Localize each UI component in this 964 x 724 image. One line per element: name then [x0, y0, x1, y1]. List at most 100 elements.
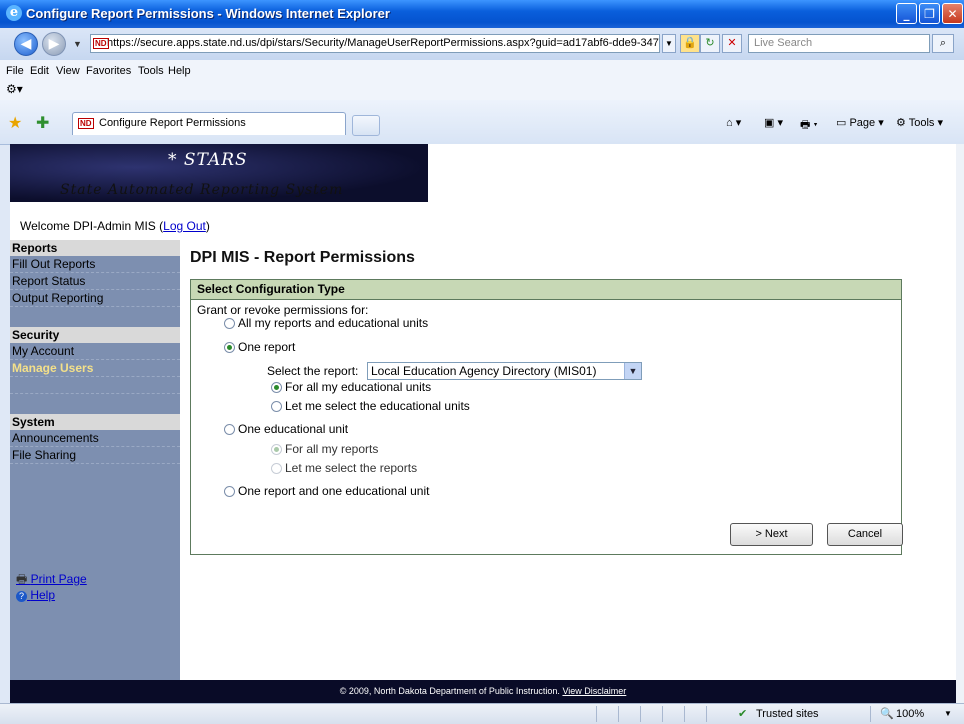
- welcome-text: Welcome DPI-Admin MIS (Log Out): [20, 219, 210, 233]
- stars-logo-text: STARS: [183, 150, 248, 170]
- sidebar-item-file-sharing[interactable]: File Sharing: [10, 447, 180, 464]
- report-select-value: Local Education Agency Directory (MIS01): [371, 364, 597, 378]
- tab-bar: ★ ✚ ND Configure Report Permissions ⌂ ▾ …: [0, 100, 964, 145]
- label-for-all-units: For all my educational units: [285, 380, 432, 394]
- sidebar-heading-system: System: [10, 414, 180, 430]
- address-input[interactable]: ND https://secure.apps.state.nd.us/dpi/s…: [90, 34, 660, 53]
- sidebar-heading-security: Security: [10, 327, 180, 343]
- logout-link[interactable]: Log Out: [163, 219, 206, 233]
- stars-logo: * STARS: [168, 150, 248, 170]
- label-all-reports-units: All my reports and educational units: [238, 316, 429, 330]
- new-tab-button[interactable]: [352, 115, 380, 136]
- footer-copyright: © 2009, North Dakota Department of Publi…: [339, 686, 560, 696]
- print-icon[interactable]: 🖶 ▾: [800, 116, 818, 135]
- stop-icon[interactable]: ✕: [722, 34, 742, 53]
- radio-for-all-units[interactable]: [271, 382, 282, 393]
- print-page-label: Print Page: [30, 572, 87, 586]
- status-separator: [684, 706, 685, 722]
- label-for-all-reports: For all my reports: [285, 442, 379, 456]
- radio-one-report-one-unit[interactable]: [224, 486, 235, 497]
- intro-text: Grant or revoke permissions for:: [197, 303, 369, 317]
- search-input[interactable]: Live Search: [748, 34, 930, 53]
- menu-help[interactable]: Help: [168, 65, 191, 77]
- menu-file[interactable]: File: [6, 65, 24, 77]
- radio-all-reports-units[interactable]: [224, 318, 235, 329]
- sidebar-item-my-account[interactable]: My Account: [10, 343, 180, 360]
- menu-bar: File Edit View Favorites Tools Help ⚙▾: [0, 60, 964, 101]
- sidebar-item-manage-users[interactable]: Manage Users: [10, 360, 180, 377]
- select-report-label: Select the report:: [267, 364, 359, 378]
- menu-view[interactable]: View: [56, 65, 80, 77]
- search-placeholder: Live Search: [754, 37, 813, 49]
- radio-for-all-reports[interactable]: [271, 444, 282, 455]
- add-on-icon[interactable]: ⚙▾: [6, 82, 23, 96]
- lock-icon[interactable]: 🔒: [680, 34, 700, 53]
- home-icon[interactable]: ⌂ ▾: [726, 116, 741, 129]
- security-zone: Trusted sites: [756, 708, 819, 720]
- zoom-icon[interactable]: 🔍: [880, 707, 894, 720]
- web-page: * STARS State Automated Reporting System…: [10, 144, 956, 703]
- help-link[interactable]: ? Help: [16, 588, 55, 602]
- close-button[interactable]: ✕: [942, 3, 963, 24]
- label-select-units: Let me select the educational units: [285, 399, 470, 413]
- page-menu[interactable]: ▭ Page ▾: [836, 116, 884, 129]
- menu-edit[interactable]: Edit: [30, 65, 49, 77]
- page-scrollbar[interactable]: [956, 144, 964, 703]
- disclaimer-link[interactable]: View Disclaimer: [562, 686, 626, 696]
- sidebar: Reports Fill Out Reports Report Status O…: [10, 240, 180, 680]
- recent-pages-dropdown[interactable]: ▼: [73, 39, 82, 49]
- radio-one-unit[interactable]: [224, 424, 235, 435]
- status-bar: ✔ Trusted sites 🔍 100% ▼: [0, 703, 964, 724]
- site-favicon-icon: ND: [93, 38, 109, 49]
- minimize-button[interactable]: _: [896, 3, 917, 24]
- footer: © 2009, North Dakota Department of Publi…: [10, 680, 956, 703]
- label-one-unit: One educational unit: [238, 422, 349, 436]
- help-icon: ?: [16, 591, 27, 602]
- cancel-button[interactable]: Cancel: [827, 523, 903, 546]
- sidebar-item-fill-out-reports[interactable]: Fill Out Reports: [10, 256, 180, 273]
- configuration-panel: Select Configuration Type Grant or revok…: [190, 279, 903, 555]
- back-button[interactable]: ◀: [14, 32, 38, 56]
- zoom-level[interactable]: 100%: [896, 708, 924, 720]
- sidebar-item-announcements[interactable]: Announcements: [10, 430, 180, 447]
- menu-favorites[interactable]: Favorites: [86, 65, 131, 77]
- status-separator: [596, 706, 597, 722]
- radio-select-units[interactable]: [271, 401, 282, 412]
- maximize-button[interactable]: ❐: [919, 3, 940, 24]
- refresh-icon[interactable]: ↻: [700, 34, 720, 53]
- tab-favicon-icon: ND: [78, 118, 94, 129]
- feeds-icon[interactable]: ▣ ▾: [764, 116, 783, 129]
- tools-menu[interactable]: ⚙ Tools ▾: [896, 116, 943, 129]
- printer-icon: 🖶: [16, 572, 31, 586]
- add-favorites-icon[interactable]: ✚: [36, 113, 49, 133]
- forward-button[interactable]: ▶: [42, 32, 66, 56]
- sidebar-item-output-reporting[interactable]: Output Reporting: [10, 290, 180, 307]
- zoom-dropdown-icon[interactable]: ▼: [944, 709, 952, 718]
- label-one-report-one-unit: One report and one educational unit: [238, 484, 430, 498]
- sidebar-spacer: [10, 377, 180, 394]
- sidebar-item-report-status[interactable]: Report Status: [10, 273, 180, 290]
- favorites-star-icon[interactable]: ★: [8, 113, 22, 133]
- address-toolbar: ◀ ▶ ▼ ND https://secure.apps.state.nd.us…: [0, 28, 964, 61]
- page-menu-label: Page: [849, 117, 876, 129]
- tab-configure-report-permissions[interactable]: ND Configure Report Permissions: [72, 112, 346, 135]
- status-separator: [870, 706, 871, 722]
- next-button[interactable]: > Next: [730, 523, 813, 546]
- report-select[interactable]: Local Education Agency Directory (MIS01)…: [367, 362, 642, 380]
- window-title: Configure Report Permissions - Windows I…: [26, 6, 390, 21]
- address-dropdown-button[interactable]: ▼: [662, 34, 676, 53]
- checkmark-icon: ✔: [738, 708, 748, 720]
- page-title: DPI MIS - Report Permissions: [190, 249, 415, 266]
- window-title-bar: e Configure Report Permissions - Windows…: [0, 0, 964, 28]
- radio-select-reports[interactable]: [271, 463, 282, 474]
- help-label: Help: [30, 588, 56, 602]
- address-url: https://secure.apps.state.nd.us/dpi/star…: [107, 37, 660, 49]
- chevron-down-icon[interactable]: ▼: [624, 363, 641, 379]
- menu-tools[interactable]: Tools: [138, 65, 164, 77]
- status-separator: [706, 706, 707, 722]
- search-icon[interactable]: ⌕: [932, 34, 954, 53]
- welcome-label: Welcome DPI-Admin MIS (: [20, 219, 164, 233]
- ie-logo-icon: e: [6, 5, 22, 21]
- radio-one-report[interactable]: [224, 342, 235, 353]
- status-separator: [640, 706, 641, 722]
